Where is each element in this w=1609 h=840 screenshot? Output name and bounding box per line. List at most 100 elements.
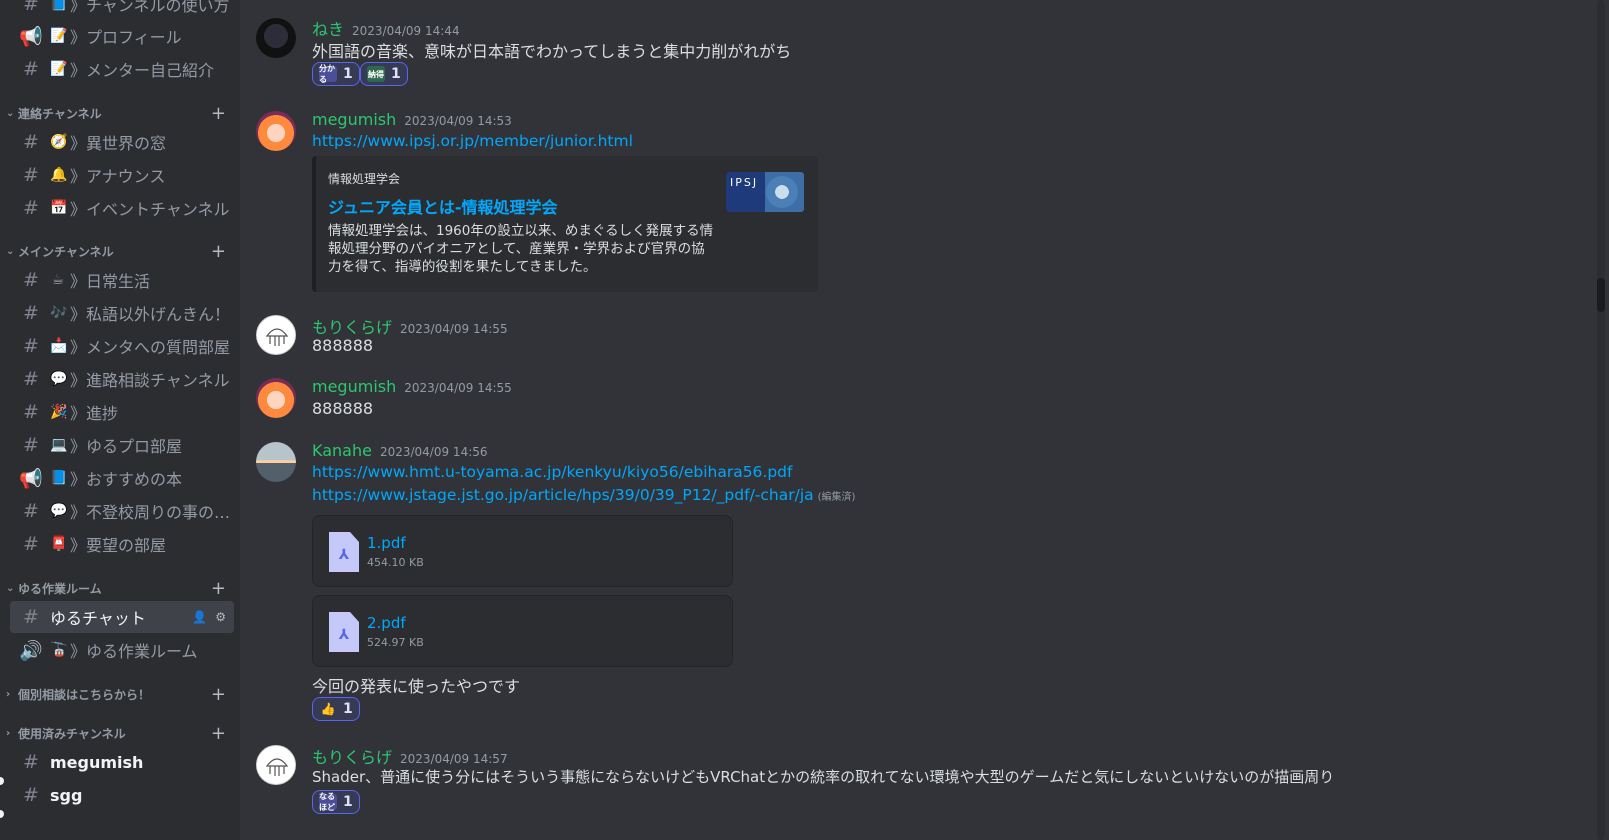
scrollbar-track[interactable] — [1597, 0, 1605, 840]
channel-label: 》進捗 — [70, 404, 119, 423]
category-used[interactable]: › 使用済みチャンネル + — [6, 723, 236, 744]
channel-announce[interactable]: # 🔔 》アナウンス — [10, 159, 234, 191]
file-attachment[interactable]: ⅄ 1.pdf 454.10 KB — [312, 515, 733, 587]
username[interactable]: もりくらげ — [312, 744, 392, 768]
channel-profile[interactable]: 📢 📝 》プロフィール — [10, 20, 234, 52]
reaction-count: 1 — [391, 66, 401, 82]
jellyfish-icon — [265, 758, 289, 776]
avatar[interactable] — [256, 745, 296, 785]
channel-label: 》要望の部屋 — [70, 536, 167, 555]
embed-description: 情報処理学会は、1960年の設立以来、めまぐるしく発展する情報処理分野のパイオニ… — [328, 223, 714, 275]
channel-requests[interactable]: # 📮 》要望の部屋 — [10, 528, 234, 560]
scrollbar-thumb[interactable] — [1597, 278, 1605, 312]
channel-career-advice[interactable]: # 💬 》進路相談チャンネル — [10, 363, 234, 395]
calendar-icon: 📅 — [50, 200, 68, 216]
channel-yurupro[interactable]: # 💻 》ゆるプロ部屋 — [10, 429, 234, 461]
category-work-room[interactable]: ⌄ ゆる作業ルーム + — [6, 578, 236, 599]
create-channel-icon[interactable]: + — [211, 578, 226, 599]
create-channel-icon[interactable]: + — [211, 103, 226, 124]
hashtag-icon: # — [23, 401, 39, 423]
username[interactable]: ねき — [312, 16, 344, 40]
coffee-icon: ☕ — [51, 272, 65, 288]
embed-thumbnail[interactable]: IPSJ — [726, 172, 804, 212]
category-contact[interactable]: ⌄ 連絡チャンネル + — [6, 103, 236, 124]
channel-label: 》不登校周りの事の… — [70, 503, 231, 522]
channel-megumish[interactable]: # megumish — [10, 746, 234, 778]
embed-provider[interactable]: 情報処理学会 — [328, 170, 400, 187]
channel-mentor-intro[interactable]: # 📝 》メンター自己紹介 — [10, 53, 234, 85]
reaction[interactable]: 👍 1 — [312, 697, 360, 721]
category-label: 使用済みチャンネル — [18, 726, 126, 741]
category-main[interactable]: ⌄ メインチャンネル + — [6, 241, 236, 262]
reaction[interactable]: 分かる 1 — [312, 62, 360, 86]
embed-title[interactable]: ジュニア会員とは-情報処理学会 — [328, 194, 558, 218]
channel-label: megumish — [50, 752, 144, 772]
memo-icon: 📝 — [50, 28, 68, 44]
channel-label: 》異世界の窓 — [70, 134, 167, 153]
channel-label: 》ゆる作業ルーム — [70, 642, 198, 661]
file-size: 454.10 KB — [367, 556, 424, 569]
message-link[interactable]: https://www.jstage.jst.go.jp/article/hps… — [312, 486, 814, 504]
message-link[interactable]: https://www.ipsj.or.jp/member/junior.htm… — [312, 132, 633, 150]
username[interactable]: もりくらげ — [312, 314, 392, 338]
add-member-icon[interactable]: 👤 — [192, 610, 207, 624]
timestamp: 2023/04/09 14:44 — [352, 24, 460, 38]
create-channel-icon[interactable]: + — [211, 684, 226, 705]
channel-sidebar: # 📘 》チャンネルの使い方 📢 📝 》プロフィール # 📝 》メンター自己紹介… — [0, 0, 240, 840]
message-link[interactable]: https://www.hmt.u-toyama.ac.jp/kenkyu/ki… — [312, 463, 792, 481]
timestamp: 2023/04/09 14:55 — [400, 322, 508, 336]
timestamp: 2023/04/09 14:55 — [404, 381, 512, 395]
timestamp: 2023/04/09 14:57 — [400, 752, 508, 766]
channel-label: 》メンター自己紹介 — [70, 61, 215, 80]
message-text: 888888 — [312, 336, 374, 355]
hashtag-icon: # — [23, 335, 39, 357]
username[interactable]: Kanahe — [312, 441, 372, 460]
create-channel-icon[interactable]: + — [211, 241, 226, 262]
channel-work-voice[interactable]: 🔊 🚡 》ゆる作業ルーム — [10, 634, 234, 666]
avatar[interactable] — [256, 378, 296, 418]
category-consultation[interactable]: › 個別相談はこちらから！ + — [6, 684, 236, 705]
channel-progress[interactable]: # 🎉 》進捗 — [10, 396, 234, 428]
unread-indicator — [0, 810, 4, 818]
chevron-down-icon: ⌄ — [6, 245, 15, 257]
avatar[interactable] — [256, 315, 296, 355]
channel-isekai-window[interactable]: # 🧭 》異世界の窓 — [10, 126, 234, 158]
username[interactable]: megumish — [312, 377, 396, 396]
gear-icon[interactable]: ⚙ — [215, 610, 226, 624]
channel-label: sgg — [50, 785, 83, 805]
channel-chatter-ban[interactable]: # 🎶 》私語以外げんきん！ — [10, 297, 234, 329]
file-attachment[interactable]: ⅄ 2.pdf 524.97 KB — [312, 595, 733, 667]
compass-icon: 🧭 — [50, 134, 68, 150]
avatar[interactable] — [256, 18, 296, 58]
username[interactable]: megumish — [312, 110, 396, 129]
channel-school-refusal[interactable]: # 💬 》不登校周りの事の… — [10, 495, 234, 527]
book-icon: 📘 — [50, 470, 68, 486]
avatar[interactable] — [256, 111, 296, 151]
channel-label: 》チャンネルの使い方 — [70, 0, 230, 15]
reaction-count: 1 — [343, 66, 353, 82]
music-icon: 🎶 — [50, 305, 68, 321]
channel-mentor-questions[interactable]: # 📩 》メンタへの質問部屋 — [10, 330, 234, 362]
category-label: ゆる作業ルーム — [18, 581, 102, 596]
reaction[interactable]: 納得 1 — [360, 62, 408, 86]
channel-recommended-books[interactable]: 📢 📘 》おすすめの本 — [10, 462, 234, 494]
message-text: Shader、普通に使う分にはそういう事態にならないけどもVRChatとかの統率… — [312, 768, 1335, 786]
channel-events[interactable]: # 📅 》イベントチャンネル — [10, 192, 234, 224]
channel-label: 》アナウンス — [70, 167, 166, 186]
channel-yuru-chat[interactable]: # ゆるチャット 👤 ⚙ — [10, 601, 234, 633]
avatar[interactable] — [256, 442, 296, 482]
timestamp: 2023/04/09 14:56 — [379, 445, 488, 459]
file-name[interactable]: 1.pdf — [367, 534, 406, 552]
reaction[interactable]: なるほど 1 — [312, 790, 360, 814]
channel-daily-life[interactable]: # ☕ 》日常生活 — [10, 264, 234, 296]
channel-label: 》ゆるプロ部屋 — [70, 437, 183, 456]
channel-sgg[interactable]: # sgg — [10, 779, 234, 811]
hashtag-icon: # — [23, 0, 39, 15]
create-channel-icon[interactable]: + — [211, 723, 226, 744]
speaker-icon: 🔊 — [19, 639, 43, 662]
file-size: 524.97 KB — [367, 636, 424, 649]
hashtag-icon: # — [23, 164, 39, 186]
channel-how-to-use[interactable]: # 📘 》チャンネルの使い方 — [10, 0, 234, 20]
message-text: 外国語の音楽、意味が日本語でわかってしまうと集中力削がれがち — [312, 42, 792, 61]
file-name[interactable]: 2.pdf — [367, 614, 406, 632]
